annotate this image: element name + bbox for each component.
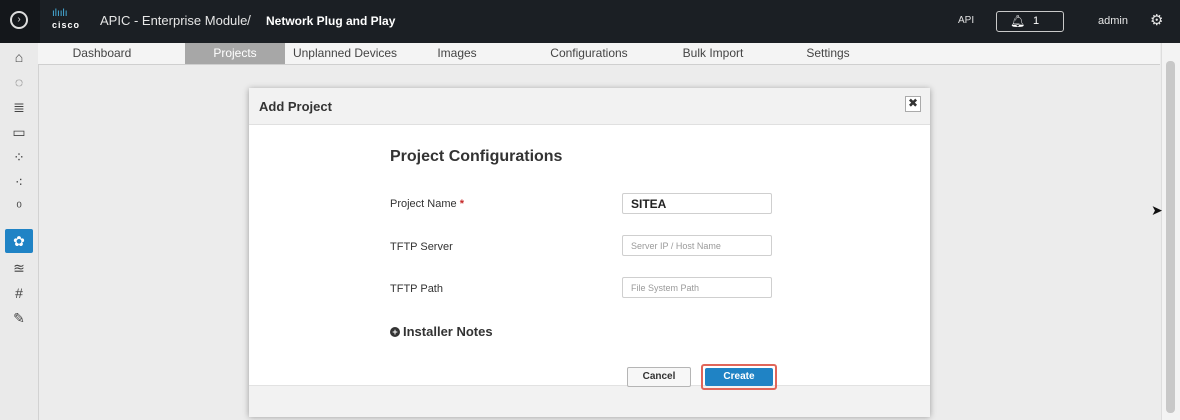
audit-icon[interactable]: ✎ bbox=[5, 306, 33, 330]
top-bar: › ılıılı cisco APIC - Enterprise Module … bbox=[0, 0, 1180, 43]
tab-projects[interactable]: Projects bbox=[185, 43, 285, 64]
api-link[interactable]: API bbox=[958, 15, 974, 26]
bell-icon: 🔔︎ bbox=[1010, 14, 1026, 28]
cancel-button[interactable]: Cancel bbox=[627, 367, 691, 387]
dialog-header: Add Project ✖ bbox=[249, 88, 930, 125]
discovery-icon[interactable]: ◌ bbox=[5, 70, 33, 94]
add-project-dialog: Add Project ✖ Project Configurations Pro… bbox=[249, 88, 930, 417]
dialog-footer bbox=[249, 385, 930, 417]
user-menu[interactable]: admin bbox=[1098, 15, 1128, 27]
project-name-label: Project Name * bbox=[390, 198, 464, 210]
plug-and-play-icon[interactable]: ✿ bbox=[5, 229, 33, 253]
tftp-server-input[interactable] bbox=[622, 235, 772, 256]
page-scrollbar[interactable] bbox=[1161, 43, 1180, 420]
mouse-cursor-icon: ➤ bbox=[1151, 202, 1163, 218]
create-button[interactable]: Create bbox=[705, 368, 773, 386]
tab-unplanned-devices[interactable]: Unplanned Devices bbox=[285, 43, 405, 64]
required-marker: * bbox=[459, 198, 464, 210]
gear-icon[interactable]: ⚙ bbox=[1150, 11, 1163, 29]
tftp-path-input[interactable] bbox=[622, 277, 772, 298]
plus-circle-icon: + bbox=[390, 327, 400, 337]
dialog-title: Add Project bbox=[259, 99, 332, 114]
left-nav-rail: ⌂ ◌ ≣ ▭ ⁘ ⁖ ⁰ ✿ ≊ # ✎ bbox=[0, 43, 39, 420]
breadcrumb-separator: / bbox=[247, 12, 251, 28]
tab-bar: Dashboard Projects Unplanned Devices Ima… bbox=[38, 43, 1160, 65]
tab-images[interactable]: Images bbox=[422, 43, 492, 64]
cisco-logo: ılıılı cisco bbox=[52, 8, 84, 34]
create-button-highlight: Create bbox=[701, 364, 777, 390]
topology-icon[interactable]: ⁘ bbox=[5, 145, 33, 169]
installer-notes-label: Installer Notes bbox=[403, 324, 493, 339]
policy-icon[interactable]: ≊ bbox=[5, 256, 33, 280]
nav-toggle-area: › bbox=[0, 0, 40, 43]
tftp-path-label: TFTP Path bbox=[390, 283, 443, 295]
cisco-logo-text: cisco bbox=[52, 20, 81, 30]
installer-notes-toggle[interactable]: + Installer Notes bbox=[390, 324, 493, 339]
scrollbar-thumb[interactable] bbox=[1166, 61, 1175, 413]
tab-bulk-import[interactable]: Bulk Import bbox=[668, 43, 758, 64]
nav-toggle-icon[interactable]: › bbox=[10, 11, 28, 29]
location-icon[interactable]: ⁰ bbox=[5, 195, 33, 219]
notifications-button[interactable]: 🔔︎ 1 bbox=[996, 11, 1064, 32]
close-icon[interactable]: ✖ bbox=[905, 96, 921, 112]
database-icon[interactable]: ≣ bbox=[5, 95, 33, 119]
app-title: APIC - Enterprise Module bbox=[100, 13, 248, 28]
section-title: Project Configurations bbox=[390, 148, 563, 165]
tab-dashboard[interactable]: Dashboard bbox=[57, 43, 147, 64]
project-name-input[interactable] bbox=[622, 193, 772, 214]
notification-count: 1 bbox=[1033, 15, 1040, 27]
tab-settings[interactable]: Settings bbox=[788, 43, 868, 64]
page-title: Network Plug and Play bbox=[266, 14, 396, 28]
cisco-logo-bars: ılıılı bbox=[52, 8, 68, 19]
path-trace-icon[interactable]: ⁖ bbox=[5, 170, 33, 194]
tftp-server-label: TFTP Server bbox=[390, 241, 453, 253]
device-inventory-icon[interactable]: ▭ bbox=[5, 120, 33, 144]
home-icon[interactable]: ⌂ bbox=[5, 45, 33, 69]
project-name-label-text: Project Name bbox=[390, 198, 457, 210]
tab-configurations[interactable]: Configurations bbox=[534, 43, 644, 64]
grid-icon[interactable]: # bbox=[5, 281, 33, 305]
